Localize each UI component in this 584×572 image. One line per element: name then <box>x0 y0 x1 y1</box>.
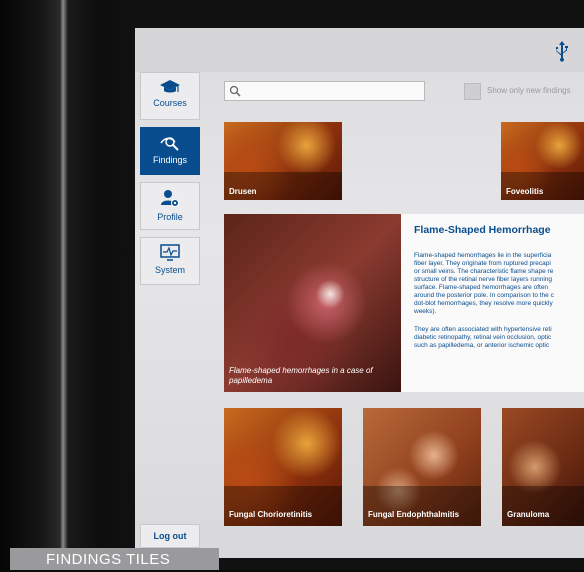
sidebar-item-label: Profile <box>157 212 183 222</box>
tile-caption: Fungal Endophthalmitis <box>363 486 481 526</box>
description-paragraph-2: They are often associated with hypertens… <box>414 326 552 349</box>
usb-icon <box>556 41 568 62</box>
search-input[interactable] <box>224 81 425 101</box>
monitor-pulse-icon <box>160 244 180 261</box>
image-caption: Flame-shaped hemorrhages in a case of pa… <box>229 366 373 385</box>
finding-title: Flame-Shaped Hemorrhage <box>414 224 551 236</box>
finding-tile-fungal-chorioretinitis[interactable]: Fungal Chorioretinitis <box>224 408 342 526</box>
sidebar-item-label: Findings <box>152 155 188 165</box>
description-paragraph-1: Flame-shaped hemorrhages lie in the supe… <box>414 252 554 315</box>
show-new-findings-checkbox[interactable] <box>464 83 481 100</box>
sidebar-item-courses[interactable]: Courses <box>140 72 200 120</box>
tile-caption: Granuloma <box>502 486 584 526</box>
hemorrhage-image: Flame-shaped hemorrhages in a case of pa… <box>224 214 401 392</box>
tile-caption: Drusen <box>224 172 342 200</box>
finding-tile-drusen[interactable]: Drusen <box>224 122 342 200</box>
sidebar-item-label: Courses <box>153 98 187 108</box>
sidebar-item-system[interactable]: System <box>140 237 200 285</box>
app-screen: Courses Findings Profile System Log out … <box>135 28 584 558</box>
graduation-cap-icon <box>160 80 180 93</box>
finding-detail-panel: Flame-shaped hemorrhages in a case of pa… <box>224 214 584 392</box>
caption-bar: FINDINGS TILES <box>10 548 219 570</box>
top-bar <box>135 28 584 72</box>
eye-search-icon <box>160 137 179 151</box>
show-new-findings-label: Show only new findings <box>487 86 571 95</box>
finding-tile-granuloma[interactable]: Granuloma <box>502 408 584 526</box>
sidebar-item-label: System <box>154 265 185 275</box>
sidebar-item-findings[interactable]: Findings <box>140 127 200 175</box>
user-gear-icon <box>161 190 179 207</box>
tile-caption: Fungal Chorioretinitis <box>224 486 342 526</box>
sidebar: Courses Findings Profile System Log out <box>135 72 220 558</box>
finding-tile-foveolitis[interactable]: Foveolitis <box>501 122 584 200</box>
logout-button[interactable]: Log out <box>140 524 200 548</box>
sidebar-item-profile[interactable]: Profile <box>140 182 200 230</box>
search-icon <box>229 85 241 97</box>
finding-tile-fungal-endophthalmitis[interactable]: Fungal Endophthalmitis <box>363 408 481 526</box>
tile-caption: Foveolitis <box>501 172 584 200</box>
